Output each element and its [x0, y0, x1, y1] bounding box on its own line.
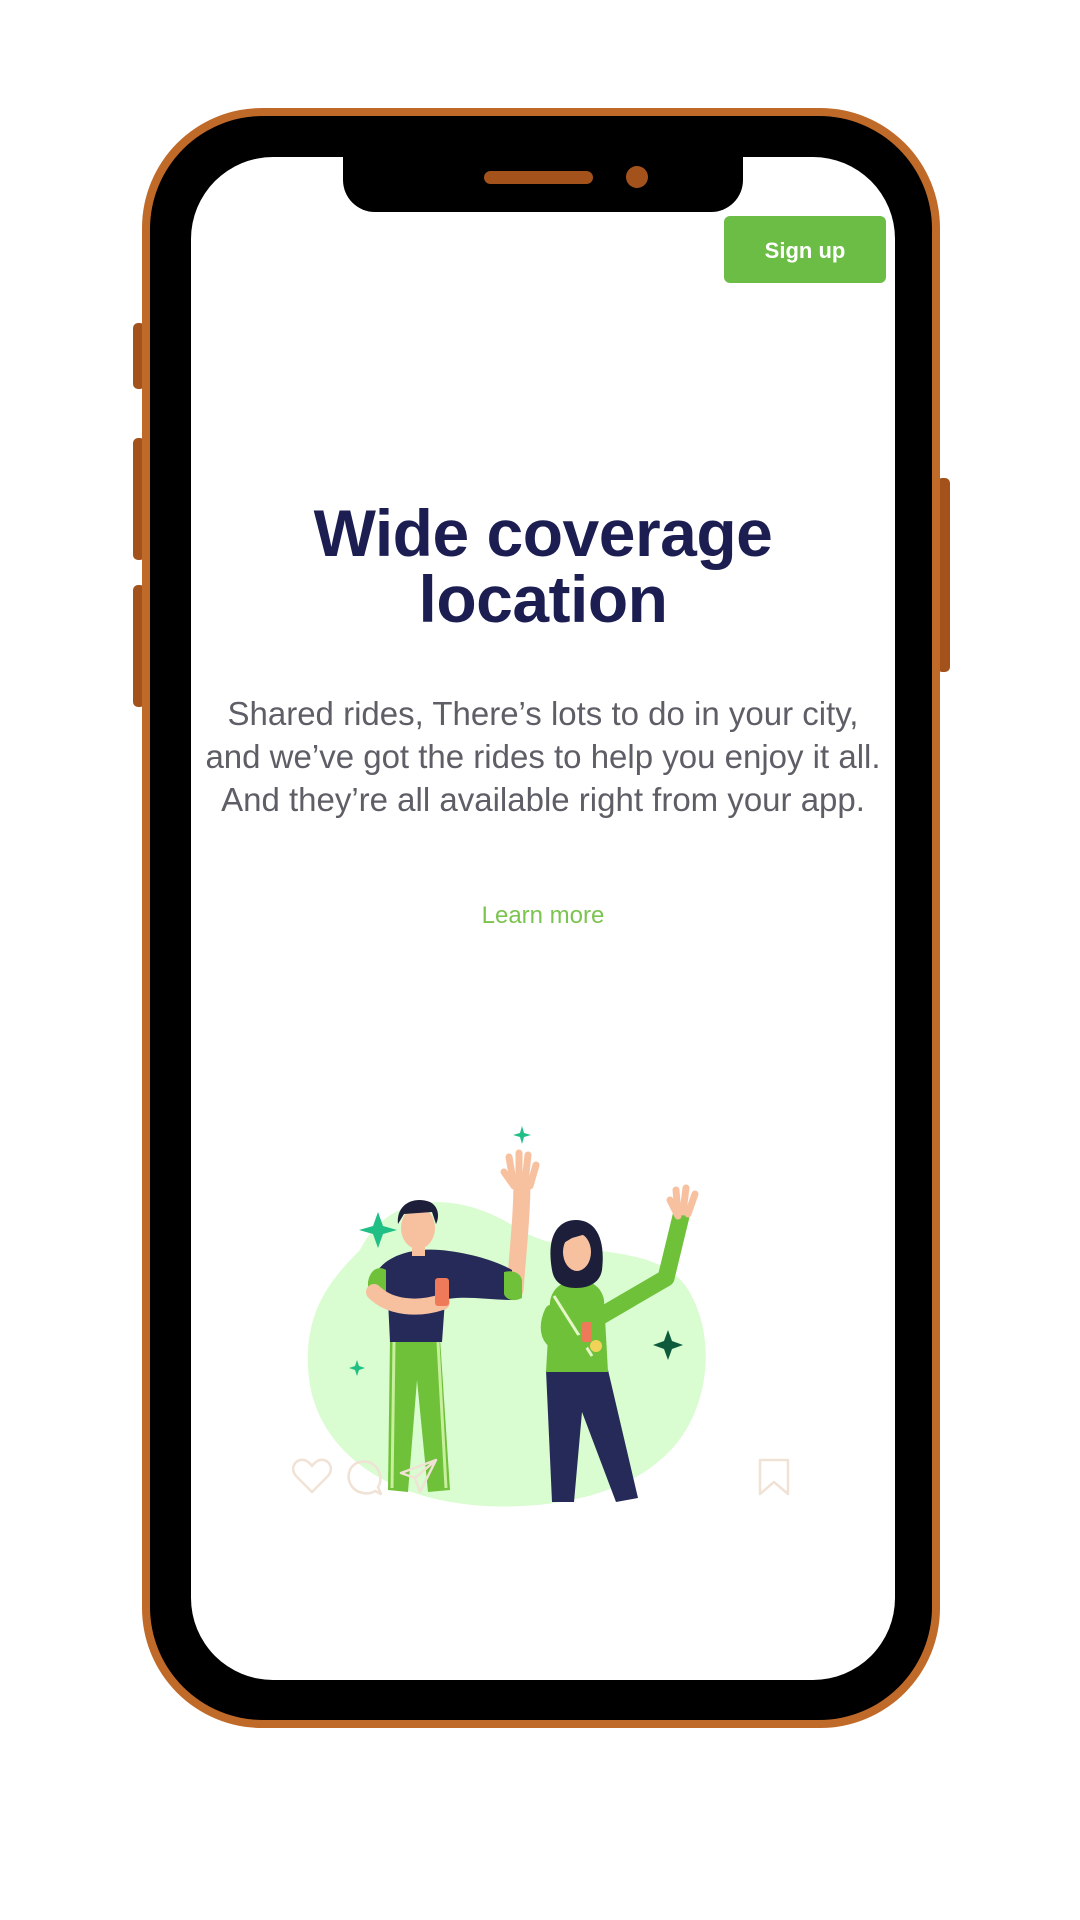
learn-more-link[interactable]: Learn more — [191, 902, 895, 930]
sparkle-small-top — [513, 1126, 531, 1144]
phone-camera — [626, 166, 648, 188]
man-raised-hand — [500, 1149, 540, 1190]
title-line-1: Wide coverage — [313, 496, 773, 570]
comment-icon[interactable] — [346, 1459, 384, 1497]
bookmark-icon[interactable] — [757, 1458, 791, 1496]
page-title: Wide coverage location — [191, 500, 895, 632]
woman-badge — [590, 1340, 602, 1352]
hero-description: Shared rides, There’s lots to do in your… — [205, 695, 881, 818]
phone-speaker — [484, 171, 593, 184]
mockup-stage: Sign up Wide coverage location Shared ri… — [0, 0, 1080, 1920]
man-phone — [435, 1278, 449, 1306]
man-sleeve-right — [504, 1271, 522, 1301]
woman-raised-hand — [666, 1184, 699, 1220]
woman-phone — [582, 1322, 592, 1342]
sign-up-button[interactable]: Sign up — [724, 216, 886, 283]
title-line-2: location — [418, 562, 668, 636]
send-icon[interactable] — [399, 1457, 439, 1495]
heart-icon[interactable] — [291, 1457, 333, 1495]
